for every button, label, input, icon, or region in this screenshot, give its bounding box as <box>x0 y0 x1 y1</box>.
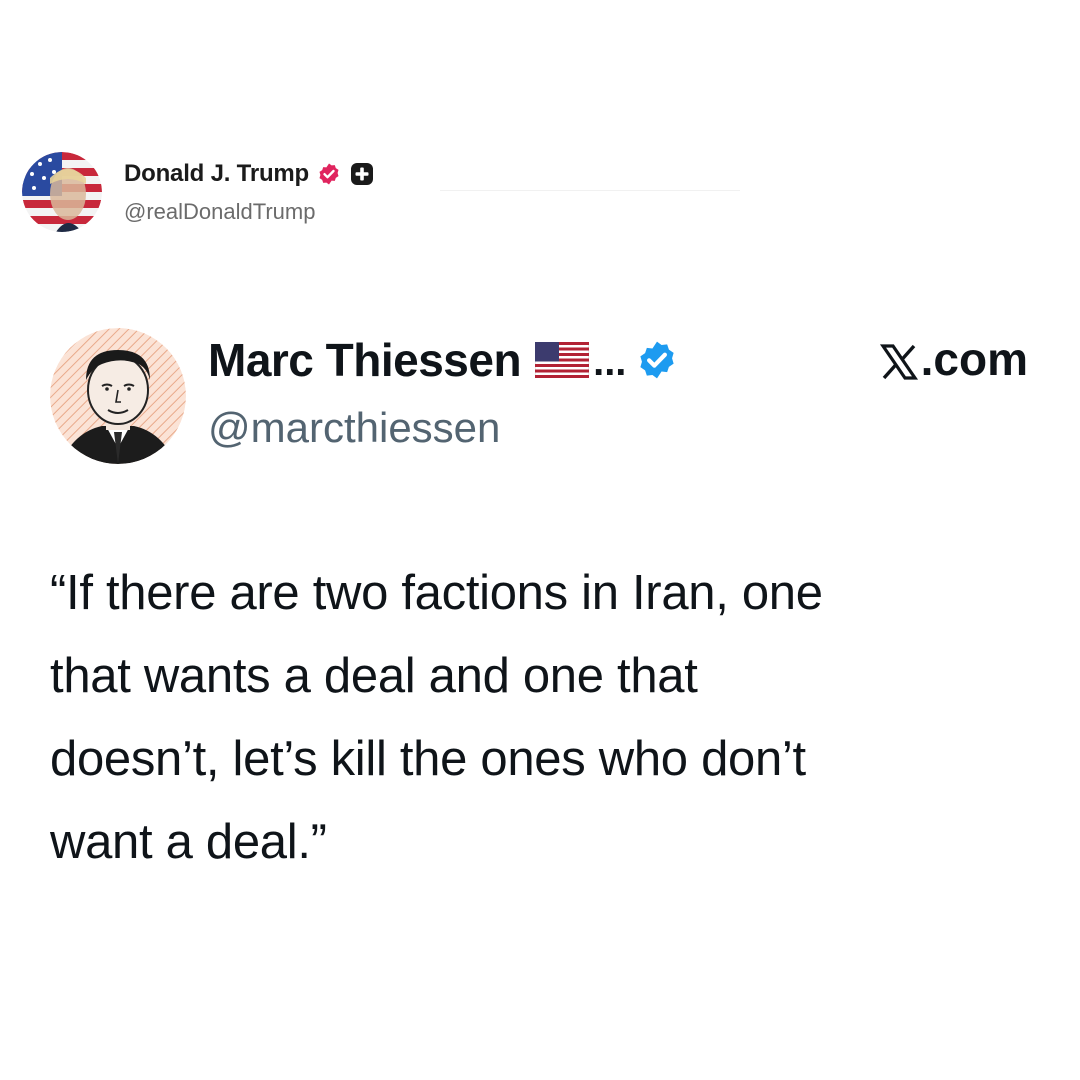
name-truncation: ... <box>593 339 627 384</box>
author-name[interactable]: Donald J. Trump <box>124 160 309 188</box>
site-domain: .com <box>920 333 1028 385</box>
embedded-author-name-row: Marc Thiessen ... <box>208 330 678 390</box>
author-name-row: Donald J. Trump <box>124 159 374 189</box>
divider <box>440 190 740 191</box>
verified-badge-icon <box>317 162 341 186</box>
us-flag-icon <box>534 341 590 379</box>
site-label[interactable]: .com <box>879 332 1028 386</box>
author-handle[interactable]: @realDonaldTrump <box>124 199 373 225</box>
x-logo-icon <box>879 339 919 380</box>
verified-check-icon <box>636 339 678 381</box>
embedded-author-handle[interactable]: @marcthiessen <box>208 404 678 452</box>
post-header: Donald J. Trump @realDonaldTrump <box>22 152 374 232</box>
embedded-author-name[interactable]: Marc Thiessen <box>208 333 522 387</box>
author-meta: Donald J. Trump @realDonaldTrump <box>124 159 374 225</box>
embedded-tweet-text: “If there are two factions in Iran, one … <box>50 566 823 869</box>
embedded-tweet-header: Marc Thiessen ... @marcthiessen .com <box>50 320 1040 470</box>
plus-icon <box>351 163 374 185</box>
embedded-author-avatar[interactable] <box>50 328 186 464</box>
embedded-author-meta: Marc Thiessen ... @marcthiessen <box>208 330 678 452</box>
author-avatar[interactable] <box>22 152 102 232</box>
